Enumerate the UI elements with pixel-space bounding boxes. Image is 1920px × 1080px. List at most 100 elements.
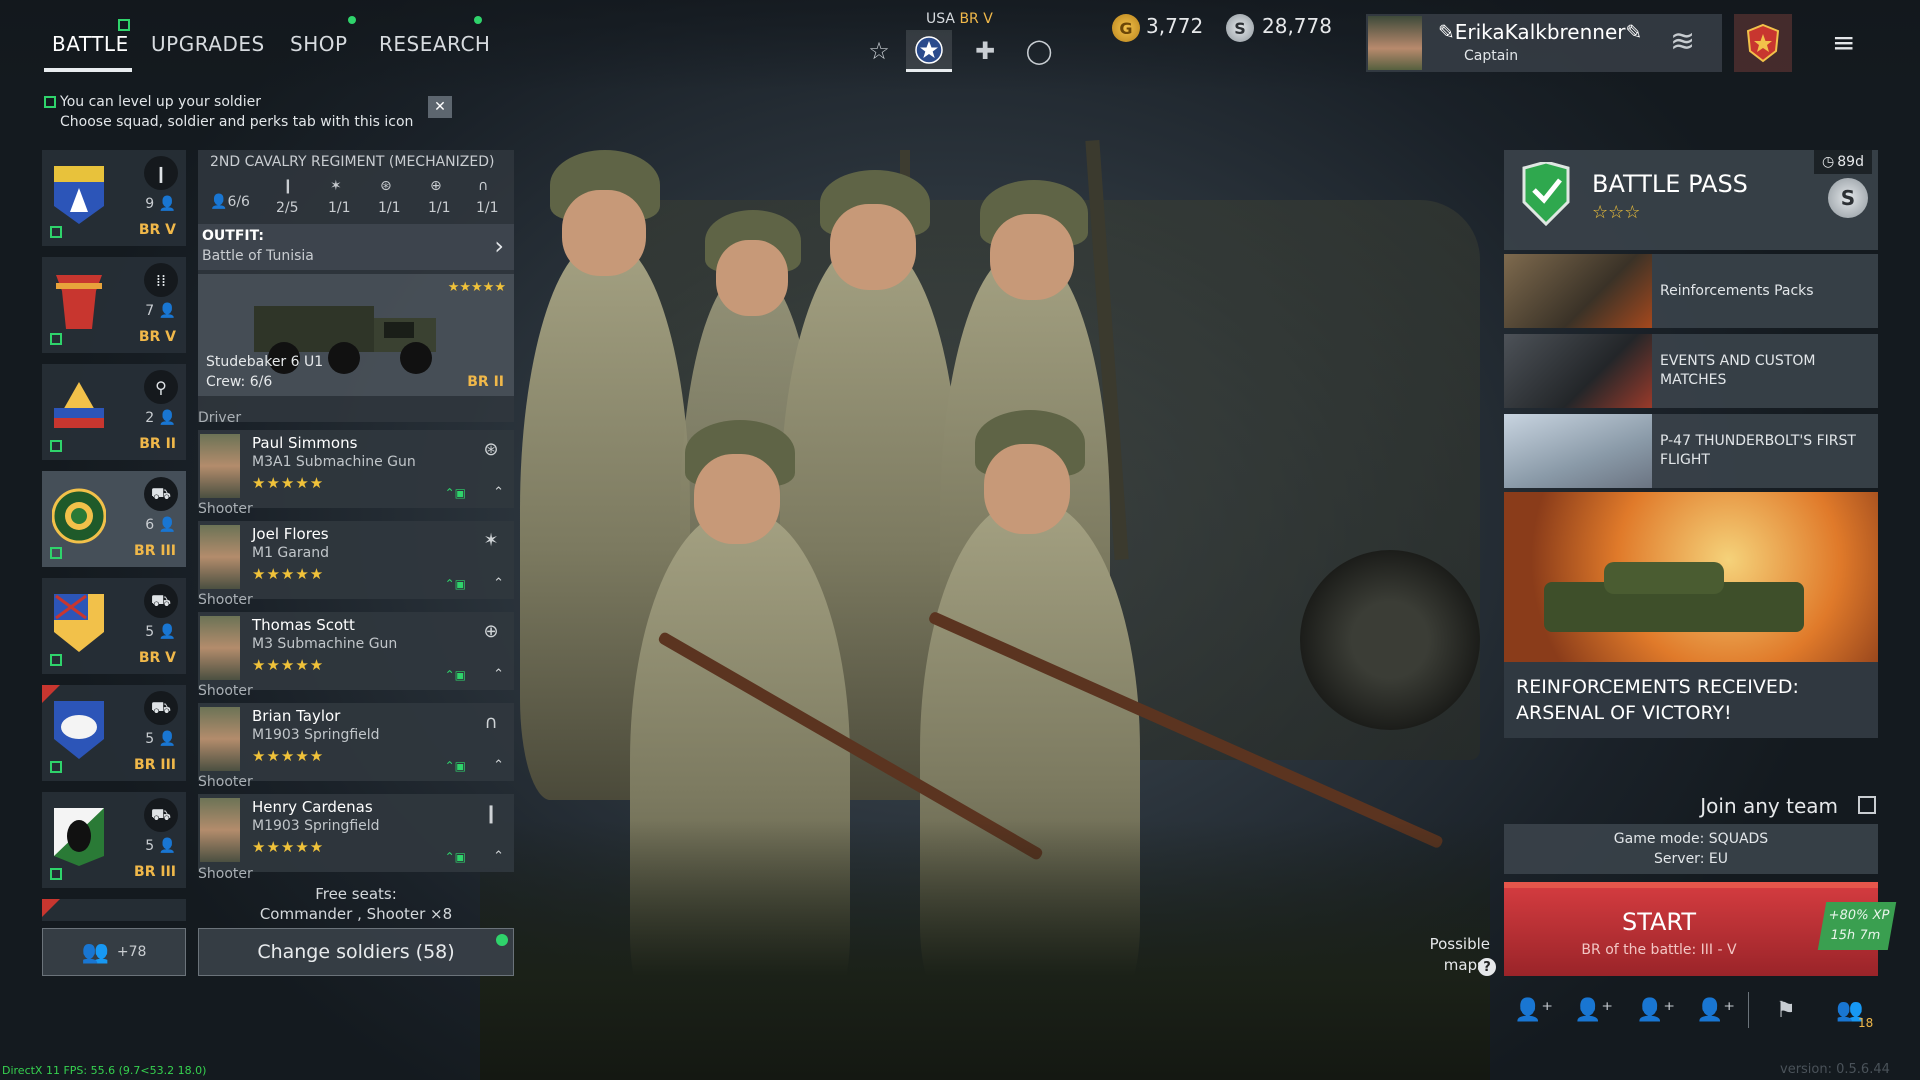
event-card[interactable]: P-47 THUNDERBOLT'S FIRST FLIGHT xyxy=(1504,414,1878,488)
invite-player-icon[interactable]: 👤⁺ xyxy=(1514,998,1553,1023)
invite-player-icon[interactable]: 👤⁺ xyxy=(1574,998,1613,1023)
invite-player-icon[interactable]: 👤⁺ xyxy=(1696,998,1735,1023)
favorites-star-icon[interactable]: ☆ xyxy=(856,30,902,72)
soldier-face xyxy=(562,190,646,276)
germany-army-icon[interactable]: ✚ xyxy=(962,30,1008,72)
battle-pass-badge-icon xyxy=(1522,162,1570,226)
level-up-icon xyxy=(50,868,62,880)
ussr-army-icon[interactable]: ◯ xyxy=(1016,30,1062,72)
close-hint-button[interactable]: ✕ xyxy=(428,96,452,118)
flag-icon[interactable]: ⚑ xyxy=(1776,998,1796,1023)
level-up-icon xyxy=(118,19,130,31)
event-card[interactable]: Reinforcements Packs xyxy=(1504,254,1878,328)
usa-army-icon[interactable] xyxy=(906,30,952,72)
soldier-name: Henry Cardenas xyxy=(252,798,373,816)
server-label: Server: EU xyxy=(1654,851,1728,867)
squad-card[interactable]: ⁞⁞ 7 👤 BR V xyxy=(42,257,186,353)
silver-amount: 28,778 xyxy=(1262,14,1332,38)
squad-card-partial[interactable] xyxy=(42,899,186,921)
hint-level-icon xyxy=(44,96,56,108)
change-soldiers-button[interactable]: Change soldiers (58) xyxy=(198,928,514,976)
lion-emblem-icon xyxy=(54,701,104,759)
soldier-row[interactable]: Thomas Scott M3 Submachine Gun ★★★★★ ⊕ ⌃… xyxy=(198,612,514,690)
research-notification-dot xyxy=(474,16,482,24)
gold-coin-icon: G xyxy=(1112,14,1140,42)
usa-star-icon xyxy=(915,35,943,64)
level-up-icon xyxy=(50,440,62,452)
manage-squads-button[interactable]: 👥 +78 xyxy=(42,928,186,976)
chevron-right-icon: › xyxy=(494,232,504,260)
vehicle-card[interactable]: ★★★★★ Studebaker 6 U1 Crew: 6/6 BR II xyxy=(198,274,514,396)
join-team-label: Join any team xyxy=(1700,794,1838,818)
chevron-up-icon[interactable]: ⌃ xyxy=(493,667,504,682)
cavalry-emblem-icon xyxy=(52,488,106,544)
squad-card[interactable]: ⛟ 5 👤 BR III xyxy=(42,685,186,781)
soldier-row[interactable]: Henry Cardenas M1903 Springfield ★★★★★ ❙… xyxy=(198,794,514,872)
soldier-face xyxy=(716,240,788,316)
squad-card[interactable]: ⛟ 5 👤 BR V xyxy=(42,578,186,674)
outfit-selector[interactable]: OUTFIT: Battle of Tunisia › xyxy=(198,224,514,270)
tab-battle[interactable]: BATTLE xyxy=(52,32,129,56)
promo-image xyxy=(1504,492,1878,662)
xp-boost-badge: +80% XP 15h 7m xyxy=(1817,902,1897,950)
battle-pass-timer: ◷ 89d xyxy=(1814,150,1872,174)
soldier-row[interactable]: Brian Taylor M1903 Springfield ★★★★★ ∩ ⌃… xyxy=(198,703,514,781)
squad-card[interactable]: ❙ 9 👤 BR V xyxy=(42,150,186,246)
free-seats-list: Commander , Shooter ×8 xyxy=(259,905,453,923)
squad-icon: ⁞⁞ xyxy=(144,263,178,297)
level-up-icon xyxy=(50,333,62,345)
medal-icon[interactable] xyxy=(1734,14,1792,72)
battle-pass-card[interactable]: BATTLE PASS ☆☆☆ ◷ 89d S xyxy=(1504,150,1878,250)
soldier-row[interactable]: Paul Simmons M3A1 Submachine Gun ★★★★★ ⊛… xyxy=(198,430,514,508)
role-label: Shooter xyxy=(198,501,253,517)
tab-research[interactable]: RESEARCH xyxy=(379,32,490,56)
tank-icon: ⛟ xyxy=(144,798,178,832)
join-team-checkbox[interactable] xyxy=(1858,796,1876,814)
medic-class-icon: ⊕ xyxy=(483,620,499,642)
ground xyxy=(480,820,1490,1080)
soldier-avatar xyxy=(200,707,240,771)
stat-radio: 1/1 xyxy=(476,200,499,216)
role-label: Shooter xyxy=(198,866,253,882)
maps-help-icon[interactable]: ? xyxy=(1478,958,1496,976)
events-thumbnail xyxy=(1504,334,1652,408)
game-mode-selector[interactable]: Game mode: SQUADS Server: EU xyxy=(1504,824,1878,874)
squad-br: BR V xyxy=(138,222,176,238)
chevron-up-icon[interactable]: ⌃ xyxy=(493,758,504,773)
promo-card[interactable]: REINFORCEMENTS RECEIVED: ARSENAL OF VICT… xyxy=(1504,492,1878,738)
profile-name-text: ErikaKalkbrenner xyxy=(1454,20,1626,44)
tab-upgrades[interactable]: UPGRADES xyxy=(151,32,265,56)
menu-icon[interactable]: ≡ xyxy=(1832,26,1855,59)
invite-player-icon[interactable]: 👤⁺ xyxy=(1636,998,1675,1023)
soldier-stars: ★★★★★ xyxy=(252,565,325,583)
level-up-icon xyxy=(50,547,62,559)
tab-battle-underline xyxy=(44,68,132,72)
squad-br: BR III xyxy=(134,864,176,880)
silver-reward-icon: S xyxy=(1828,178,1868,218)
manage-count: +78 xyxy=(116,944,147,960)
level-up-icon xyxy=(50,761,62,773)
chevron-up-icon[interactable]: ⌃ xyxy=(493,849,504,864)
profile-panel[interactable]: ✎ErikaKalkbrenner✎ Captain ≋ xyxy=(1366,14,1722,72)
level-up-icon xyxy=(50,226,62,238)
shop-notification-dot xyxy=(348,16,356,24)
squad-card[interactable]: ⛟ 5 👤 BR III xyxy=(42,792,186,888)
tab-shop[interactable]: SHOP xyxy=(290,32,348,56)
chevron-up-icon[interactable]: ⌃ xyxy=(493,576,504,591)
panther-emblem-icon xyxy=(54,808,104,866)
event-card[interactable]: EVENTS AND CUSTOM MATCHES xyxy=(1504,334,1878,408)
event-label: P-47 THUNDERBOLT'S FIRST FLIGHT xyxy=(1660,433,1856,468)
squad-card[interactable]: ⚲ 2 👤 BR II xyxy=(42,364,186,460)
profile-rank: Captain xyxy=(1464,48,1519,64)
profile-name: ✎ErikaKalkbrenner✎ xyxy=(1438,20,1643,44)
squad-card-selected[interactable]: ⛟ 6 👤 BR III xyxy=(42,471,186,567)
tank-icon: ⛟ xyxy=(144,691,178,725)
event-label: Reinforcements Packs xyxy=(1660,283,1814,299)
soldier-avatar xyxy=(200,525,240,589)
new-badge xyxy=(42,899,60,917)
chevron-up-icon[interactable]: ⌃ xyxy=(493,485,504,500)
event-label: EVENTS AND CUSTOM MATCHES xyxy=(1660,353,1816,388)
change-soldiers-label: Change soldiers (58) xyxy=(257,941,455,963)
soldier-row[interactable]: Joel Flores M1 Garand ★★★★★ ✶ ⌃▣ ⌃ xyxy=(198,521,514,599)
soldier-weapon: M3 Submachine Gun xyxy=(252,636,398,652)
